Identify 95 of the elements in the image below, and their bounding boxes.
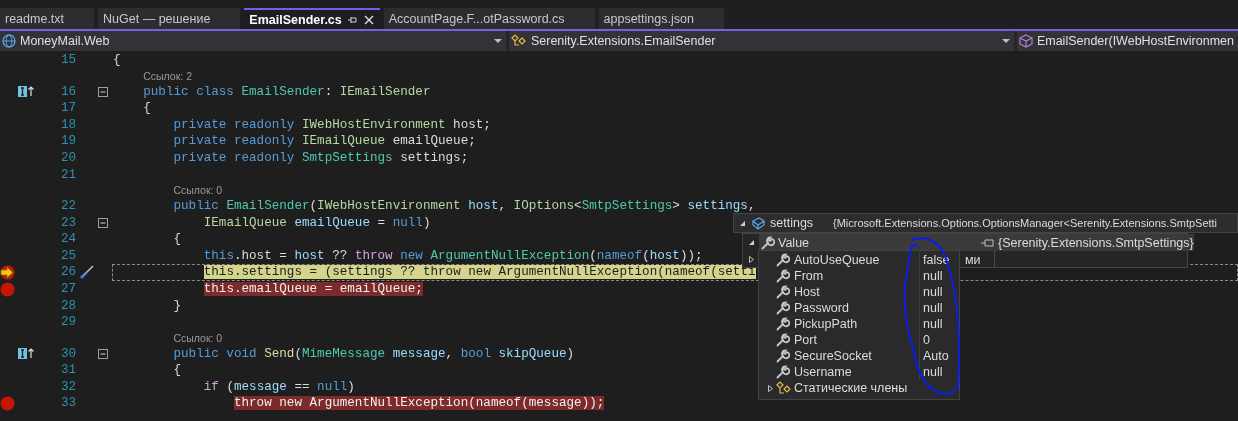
collapse-icon[interactable] [98, 348, 108, 359]
wrench-icon [776, 333, 790, 347]
current-statement-arrow-icon[interactable] [0, 265, 15, 281]
property-name: AutoUseQueue [794, 253, 880, 267]
line-number: 15 [59, 53, 76, 68]
line-number: 17 [59, 101, 76, 116]
file-tab[interactable]: appsettings.json [598, 8, 724, 29]
code-line: private readonly IWebHostEnvironment host; [172, 117, 491, 132]
line-number: 23 [59, 215, 76, 230]
line-number: 20 [59, 151, 76, 166]
property-value: Auto [922, 349, 949, 363]
close-icon[interactable] [363, 14, 374, 25]
wrench-icon [776, 253, 790, 267]
line-number: 25 [59, 248, 76, 263]
line-number: 29 [59, 315, 76, 330]
breakpoint-icon[interactable] [0, 396, 15, 412]
line-number: 24 [59, 232, 76, 247]
wrench-icon [776, 317, 790, 331]
code-line: public void Send(MimeMessage message, bool skipQueue) [172, 346, 575, 361]
property-name: Статические члены [794, 381, 908, 395]
globe-icon [2, 34, 16, 48]
line-number: 31 [59, 363, 76, 378]
line-number: 26 [59, 265, 76, 280]
property-name: Password [794, 301, 849, 315]
code-line: private readonly SmtpSettings settings; [172, 151, 469, 166]
project-dropdown[interactable]: MoneyMail.Web [0, 31, 506, 51]
property-value: null [922, 285, 943, 299]
line-number: 22 [59, 199, 76, 214]
line-number: 19 [59, 134, 76, 149]
property-name: PickupPath [794, 317, 858, 331]
code-line: { [172, 363, 182, 378]
wrench-icon [776, 349, 790, 363]
property-name: Port [794, 333, 817, 347]
code-line: public class EmailSender: IEmailSender [142, 84, 431, 99]
line-number: 28 [59, 298, 76, 313]
line-number: 18 [59, 117, 76, 132]
line-number: 21 [59, 167, 76, 182]
line-number: 16 [59, 84, 76, 99]
line-number: 30 [59, 346, 76, 361]
code-line: } [172, 298, 182, 313]
code-line: { [113, 53, 121, 68]
code-line: if (message == null) [202, 379, 355, 394]
cube-icon [1018, 34, 1033, 48]
member-dropdown[interactable]: EmailSender(IWebHostEnvironmen [1016, 31, 1238, 51]
code-line: public EmailSender(IWebHostEnvironment host, IOptions<SmtpSettings> settings, [172, 199, 756, 214]
collapse-icon[interactable] [98, 86, 108, 97]
file-tab[interactable]: NuGet — решение [98, 8, 241, 29]
pin-icon[interactable] [347, 14, 358, 25]
implementation-icon[interactable] [18, 86, 34, 98]
file-tab[interactable]: AccountPage.F...otPassword.cs [383, 8, 595, 29]
references-link[interactable]: Ссылок: 0 [173, 331, 223, 344]
variable-value: {Microsoft.Extensions.Options.OptionsManager<Serenity.Extensions.SmtpSetti [833, 217, 1218, 229]
line-number: 32 [59, 379, 76, 394]
collapse-icon[interactable] [98, 217, 108, 228]
wrench-icon [776, 301, 790, 315]
wrench-icon [776, 269, 790, 283]
code-line: this.host = host ?? throw new ArgumentNullException(nameof(host)); [202, 248, 703, 263]
cube-icon [751, 216, 765, 230]
property-value: 0 [922, 333, 930, 347]
expand-arrow-icon[interactable] [747, 256, 755, 263]
variable-name: settings [770, 216, 815, 230]
property-name: Host [794, 285, 820, 299]
wrench-icon [776, 365, 790, 379]
property-value: null [922, 269, 943, 283]
references-link[interactable]: Ссылок: 2 [143, 70, 192, 82]
references-link[interactable]: Ссылок: 0 [173, 184, 223, 197]
caret-icon [1001, 38, 1010, 44]
file-tab[interactable]: readme.txt [0, 8, 95, 29]
property-name: From [794, 269, 824, 283]
expand-arrow-icon[interactable] [747, 239, 755, 246]
static-members-icon [776, 381, 792, 395]
property-name: Value [778, 235, 811, 250]
code-line: { [142, 101, 151, 116]
implementation-icon[interactable] [18, 348, 34, 360]
caret-icon [493, 38, 502, 44]
class-icon [510, 34, 527, 48]
wrench-icon [761, 235, 775, 250]
property-name: Username [794, 365, 852, 379]
property-value: null [922, 301, 943, 315]
property-value: {Serenity.Extensions.SmtpSettings} [998, 235, 1194, 250]
code-line: private readonly IEmailQueue emailQueue; [172, 134, 476, 149]
property-value: null [922, 365, 943, 379]
code-line: { [172, 232, 182, 247]
wrench-icon [776, 285, 790, 299]
code-line: IEmailQueue emailQueue = null) [202, 215, 431, 230]
screwdriver-icon[interactable] [79, 264, 95, 281]
expand-arrow-icon[interactable] [767, 384, 774, 392]
property-value: null [922, 317, 943, 331]
expand-arrow-icon[interactable] [739, 219, 746, 227]
line-number: 27 [59, 282, 76, 296]
line-number: 33 [59, 396, 76, 411]
type-dropdown[interactable]: Serenity.Extensions.EmailSender [508, 31, 1014, 51]
pin-icon[interactable] [981, 237, 995, 248]
property-name: SecureSocket [794, 349, 872, 363]
property-name: ми [965, 252, 981, 267]
